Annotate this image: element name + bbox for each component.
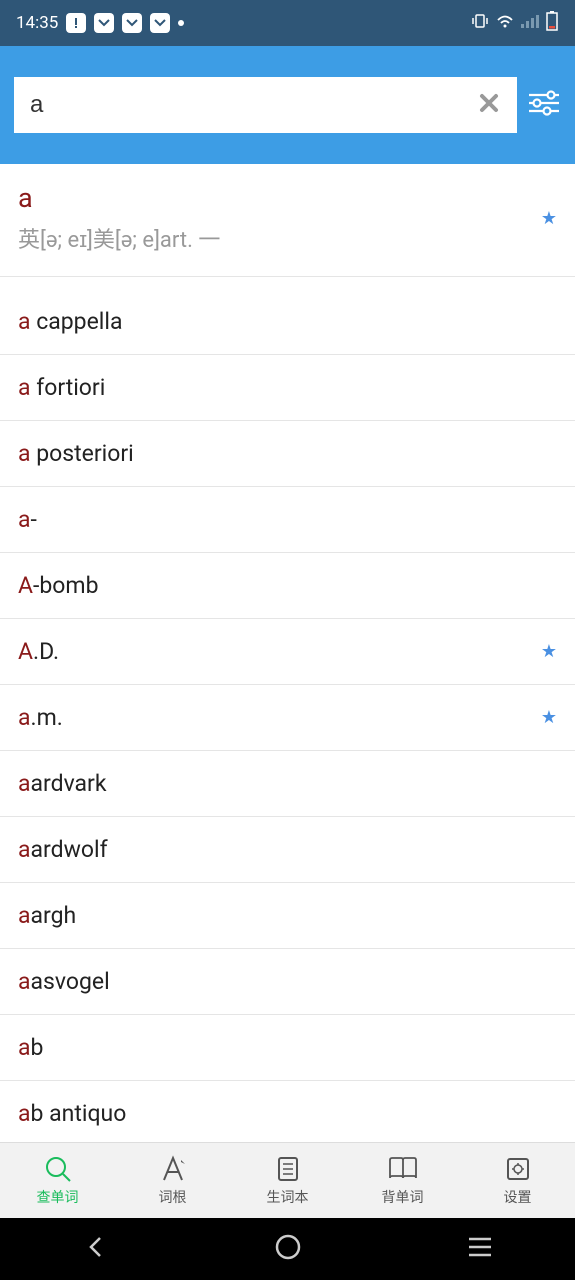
list-word: A.D. (18, 638, 541, 665)
nav-item-0[interactable]: 查单词 (0, 1143, 115, 1218)
star-icon[interactable]: ★ (541, 707, 557, 728)
list-word: ab (18, 1034, 557, 1061)
entry-main[interactable]: a 英[ə; eɪ]美[ə; e]art. 一 ★ (0, 164, 575, 277)
status-notif-3-icon (122, 13, 142, 33)
list-word: A-bomb (18, 572, 557, 599)
list-word: a- (18, 506, 557, 533)
bottom-nav: 查单词 词根 生词本 背单词 设置 (0, 1142, 575, 1218)
list-word: a posteriori (18, 440, 557, 467)
status-bar: 14:35 (0, 0, 575, 46)
list-word: a.m. (18, 704, 541, 731)
nav-item-1[interactable]: 词根 (115, 1143, 230, 1218)
nav-label: 背单词 (382, 1187, 424, 1207)
list-word: aargh (18, 902, 557, 929)
list-item[interactable]: aargh (0, 883, 575, 949)
list-word: ab antiquo (18, 1100, 557, 1127)
entry-phonetic: 英[ə; eɪ]美[ə; e]art. 一 (18, 222, 541, 254)
star-icon[interactable]: ★ (541, 641, 557, 662)
list-item[interactable]: A-bomb (0, 553, 575, 619)
nav-label: 查单词 (37, 1187, 79, 1207)
nav-item-4[interactable]: 设置 (460, 1143, 575, 1218)
star-icon[interactable]: ★ (541, 208, 557, 229)
list-item[interactable]: a cappella (0, 289, 575, 355)
list-item[interactable]: a- (0, 487, 575, 553)
list-word: aardwolf (18, 836, 557, 863)
home-icon[interactable] (274, 1233, 302, 1265)
list-word: a fortiori (18, 374, 557, 401)
clear-icon[interactable] (477, 89, 501, 122)
filter-icon[interactable] (527, 89, 561, 121)
status-notif-1-icon (66, 13, 86, 33)
nav-item-2[interactable]: 生词本 (230, 1143, 345, 1218)
status-notif-2-icon (94, 13, 114, 33)
list-item[interactable]: A.D.★ (0, 619, 575, 685)
nav-label: 词根 (159, 1187, 187, 1207)
nav-icon (158, 1154, 188, 1184)
list-word: aasvogel (18, 968, 557, 995)
back-icon[interactable] (83, 1234, 109, 1264)
list-item[interactable]: a fortiori (0, 355, 575, 421)
list-word: aardvark (18, 770, 557, 797)
status-notif-4-icon (150, 13, 170, 33)
list-item[interactable]: aardvark (0, 751, 575, 817)
status-more-icon (178, 20, 184, 26)
nav-icon (503, 1154, 533, 1184)
vibrate-icon (471, 13, 489, 34)
nav-icon (43, 1154, 73, 1184)
nav-label: 设置 (504, 1187, 532, 1207)
search-bar (0, 46, 575, 164)
list-item[interactable]: ab antiquo (0, 1081, 575, 1142)
battery-icon (545, 11, 559, 36)
list-item[interactable]: aasvogel (0, 949, 575, 1015)
wifi-icon (495, 13, 515, 34)
nav-item-3[interactable]: 背单词 (345, 1143, 460, 1218)
nav-label: 生词本 (267, 1187, 309, 1207)
nav-icon (273, 1154, 303, 1184)
entry-word: a (18, 182, 541, 214)
status-time: 14:35 (16, 13, 58, 33)
list-word: a cappella (18, 308, 557, 335)
system-nav (0, 1218, 575, 1280)
signal-icon (521, 13, 539, 33)
search-input-wrap (14, 77, 517, 133)
nav-icon (386, 1154, 420, 1184)
list-item[interactable]: a posteriori (0, 421, 575, 487)
list-item[interactable]: a.m.★ (0, 685, 575, 751)
list-item[interactable]: aardwolf (0, 817, 575, 883)
word-list: a cappella a fortiori a posteriori a- A-bomb… (0, 289, 575, 1142)
list-item[interactable]: ab (0, 1015, 575, 1081)
search-input[interactable] (30, 91, 477, 119)
recent-icon[interactable] (467, 1236, 493, 1262)
